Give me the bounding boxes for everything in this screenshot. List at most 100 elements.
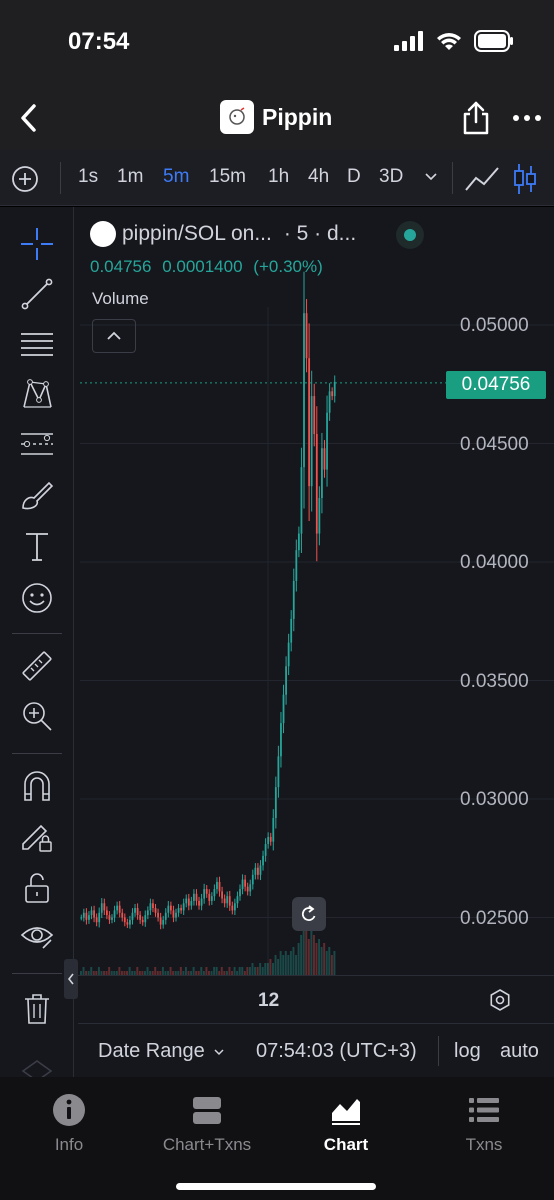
- time-axis[interactable]: 12: [78, 975, 554, 1023]
- delete-drawings-tool[interactable]: [18, 989, 56, 1027]
- volume-bar: [292, 947, 295, 975]
- forecast-tool[interactable]: [18, 425, 56, 463]
- back-button[interactable]: [14, 100, 44, 136]
- candle-body: [267, 836, 270, 845]
- candle-body: [236, 896, 239, 904]
- interval-1h[interactable]: 1h: [268, 166, 289, 188]
- interval-5m[interactable]: 5m: [163, 166, 189, 188]
- volume-bar: [228, 967, 231, 975]
- magnet-tool[interactable]: [18, 767, 56, 805]
- candle-body: [152, 903, 154, 909]
- visibility-tool[interactable]: [18, 917, 56, 955]
- zoom-tool[interactable]: [18, 697, 56, 735]
- crosshair-tool[interactable]: [18, 225, 56, 263]
- date-range-button[interactable]: Date Range: [98, 1040, 225, 1063]
- volume-bar: [333, 951, 336, 975]
- more-options-icon[interactable]: [510, 104, 544, 132]
- interval-3d[interactable]: 3D: [379, 166, 403, 188]
- crosshair-icon: [21, 228, 53, 260]
- tab-chart-txns[interactable]: Chart+Txns: [138, 1093, 276, 1155]
- candle-body: [136, 908, 139, 916]
- candle-body: [169, 905, 172, 911]
- chart-toolbar: 1s 1m 5m 15m 1h 4h D 3D: [0, 150, 554, 206]
- more-tools-icon[interactable]: [20, 1057, 54, 1077]
- interval-15m[interactable]: 15m: [209, 166, 246, 188]
- pattern-tool[interactable]: [18, 375, 56, 413]
- chart-pane[interactable]: pippin/SOL on... · 5 · d... 0.04756 0.00…: [78, 207, 554, 1077]
- line-chart-type-icon[interactable]: [464, 164, 500, 194]
- text-icon: [26, 533, 48, 561]
- chevron-down-icon[interactable]: [424, 170, 438, 184]
- page-title: Pippin: [262, 103, 333, 130]
- candle-body: [157, 912, 159, 918]
- trend-line-tool[interactable]: [18, 275, 56, 313]
- interval-1m[interactable]: 1m: [117, 166, 143, 188]
- tool-separator: [12, 753, 62, 754]
- candle-body: [313, 396, 316, 435]
- candle-body: [233, 903, 236, 911]
- volume-bar: [287, 955, 290, 975]
- volume-bar: [179, 967, 182, 975]
- auto-scale-toggle[interactable]: auto: [500, 1040, 539, 1063]
- measure-tool[interactable]: [18, 647, 56, 685]
- volume-bar: [259, 963, 262, 975]
- reset-icon: [301, 905, 316, 921]
- tool-separator: [12, 633, 62, 634]
- tab-chart[interactable]: Chart: [277, 1093, 415, 1155]
- candle-body: [111, 917, 113, 920]
- candle-body: [315, 434, 318, 534]
- candle-body: [223, 898, 226, 904]
- tab-info[interactable]: Info: [0, 1093, 138, 1155]
- emoji-tool[interactable]: [18, 579, 56, 617]
- volume-bar: [284, 951, 287, 975]
- volume-bar: [220, 967, 223, 975]
- candle-body: [88, 915, 90, 920]
- chart-area: pippin/SOL on... · 5 · d... 0.04756 0.00…: [0, 207, 554, 1077]
- bottom-tab-bar: Info Chart+Txns Chart Txns: [0, 1077, 554, 1200]
- candle-body: [323, 448, 326, 470]
- volume-bar: [315, 943, 318, 975]
- lock-drawing-tool[interactable]: [18, 817, 56, 855]
- toolbar-collapse-handle[interactable]: [64, 959, 78, 999]
- interval-1s[interactable]: 1s: [78, 166, 98, 188]
- candle-body: [175, 912, 177, 918]
- trend-line-icon: [21, 278, 53, 310]
- interval-d[interactable]: D: [347, 166, 361, 188]
- collapse-legend-button[interactable]: [92, 319, 136, 353]
- candle-body: [131, 912, 134, 920]
- chart-clock[interactable]: 07:54:03 (UTC+3): [256, 1040, 417, 1063]
- share-icon[interactable]: [460, 100, 492, 136]
- text-tool[interactable]: [18, 527, 56, 565]
- toolbar-divider: [452, 162, 453, 194]
- price-tick: 0.05000: [460, 315, 529, 336]
- chart-settings-icon[interactable]: [488, 988, 512, 1012]
- chart-legend[interactable]: pippin/SOL on... · 5 · d...: [90, 221, 356, 247]
- unlock-icon: [25, 873, 49, 903]
- candle-body: [134, 908, 136, 913]
- volume-bar: [82, 967, 85, 975]
- candlestick-chart-type-icon[interactable]: [512, 162, 538, 196]
- volume-bar: [213, 967, 216, 975]
- horizontal-lines-tool[interactable]: [18, 325, 56, 363]
- candle-body: [103, 903, 106, 911]
- candle-body: [154, 908, 157, 913]
- interval-4h[interactable]: 4h: [308, 166, 329, 188]
- market-status-icon: [396, 221, 424, 249]
- price-tick: 0.04000: [460, 552, 529, 573]
- candle-body: [162, 919, 165, 925]
- volume-bar: [289, 951, 292, 975]
- candle-body: [328, 391, 331, 413]
- candle-body: [129, 919, 131, 925]
- toolbar-divider: [60, 162, 61, 194]
- candle-body: [177, 908, 180, 913]
- pattern-icon: [23, 379, 52, 408]
- volume-bar: [300, 935, 303, 975]
- add-indicator-icon[interactable]: [10, 164, 40, 194]
- lock-tool[interactable]: [18, 869, 56, 907]
- log-scale-toggle[interactable]: log: [454, 1040, 481, 1063]
- brush-tool[interactable]: [18, 475, 56, 513]
- price-tick: 0.02500: [460, 908, 529, 929]
- tab-txns[interactable]: Txns: [415, 1093, 553, 1155]
- tab-label: Info: [54, 1135, 84, 1154]
- reset-chart-button[interactable]: [292, 897, 326, 931]
